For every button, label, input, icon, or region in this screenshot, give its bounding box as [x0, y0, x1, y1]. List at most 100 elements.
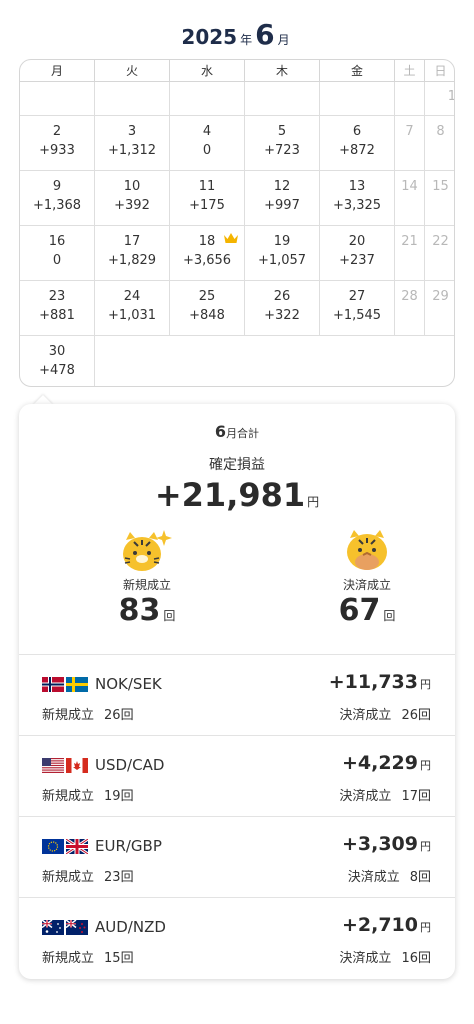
- weekday-header-cell: 月: [20, 60, 95, 82]
- calendar-day-cell[interactable]: 3 +1,312: [95, 116, 170, 171]
- calendar-day-cell[interactable]: 16 0: [20, 226, 95, 281]
- pair-close-unit: 回: [417, 789, 431, 804]
- pair-new-count: 23: [104, 870, 121, 885]
- pair-profit-yen: 円: [420, 921, 431, 934]
- pair-close-count: 16: [401, 951, 418, 966]
- calendar-day-cell[interactable]: 26 +322: [245, 281, 320, 336]
- pair-row-usd-cad[interactable]: USD/CAD +4,229 円 新規成立 19回 決済成立 17回: [19, 735, 455, 816]
- calendar-day-number: 28: [401, 289, 418, 304]
- pair-profit-yen: 円: [420, 840, 431, 853]
- usa-flag-icon: [42, 758, 64, 773]
- calendar-day-cell[interactable]: 6 +872: [320, 116, 395, 171]
- calendar-day-cell[interactable]: 7: [395, 116, 425, 171]
- pair-new-trades: 新規成立 19回: [42, 785, 134, 804]
- calendar-weekday-header: 月火水木金土日: [20, 60, 454, 82]
- pair-close-unit: 回: [417, 708, 431, 723]
- pair-name: USD/CAD: [95, 756, 165, 774]
- pair-close-label: 決済成立: [347, 870, 400, 885]
- pair-name: AUD/NZD: [95, 918, 166, 936]
- pair-profit-amount: +11,733: [328, 671, 418, 693]
- calendar-empty-cell: [20, 82, 95, 116]
- calendar-day-cell[interactable]: 23 +881: [20, 281, 95, 336]
- calendar-day-cell[interactable]: 19 +1,057: [245, 226, 320, 281]
- pair-new-label: 新規成立: [42, 951, 95, 966]
- calendar-day-number: 7: [405, 124, 414, 139]
- closed-trades-stat: 決済成立 67 回: [297, 526, 437, 628]
- calendar-day-cell[interactable]: 18 +3,656: [170, 226, 245, 281]
- pair-profit-yen: 円: [420, 678, 431, 691]
- calendar-day-number: 14: [401, 179, 418, 194]
- pair-row-nok-sek[interactable]: NOK/SEK +11,733 円 新規成立 26回 決済成立 26回: [19, 654, 455, 735]
- pair-profit: +11,733 円: [329, 671, 431, 693]
- calendar-day-cell[interactable]: 5 +723: [245, 116, 320, 171]
- canada-flag-icon: [66, 758, 88, 773]
- calendar-day-cell[interactable]: 20 +237: [320, 226, 395, 281]
- calendar-day-profit: +478: [39, 363, 75, 378]
- calendar-day-profit: +723: [264, 143, 300, 158]
- pair-close-label: 決済成立: [339, 789, 392, 804]
- pair-profit-amount: +2,710: [341, 914, 418, 936]
- weekday-header-cell: 水: [170, 60, 245, 82]
- pair-new-unit: 回: [120, 789, 134, 804]
- calendar-day-cell[interactable]: 28: [395, 281, 425, 336]
- calendar-day-profit: +1,312: [107, 143, 157, 158]
- calendar-day-cell[interactable]: 29: [425, 281, 454, 336]
- calendar-day-number: 20: [348, 234, 366, 249]
- new-trades-label: 新規成立: [122, 578, 171, 592]
- calendar-day-cell[interactable]: 27 +1,545: [320, 281, 395, 336]
- calendar-day-number: 25: [198, 289, 216, 304]
- calendar-day-cell[interactable]: 14: [395, 171, 425, 226]
- calendar-day-number: 23: [48, 289, 66, 304]
- calendar-day-number: 1: [425, 89, 454, 105]
- calendar-day-cell[interactable]: 25 +848: [170, 281, 245, 336]
- calendar-day-profit: +848: [189, 308, 225, 323]
- calendar-day-number: 9: [52, 179, 62, 194]
- calendar-day-number: 30: [48, 344, 66, 359]
- calendar-empty-cell: [245, 82, 320, 116]
- pair-new-count: 26: [104, 708, 121, 723]
- calendar-day-cell[interactable]: 11 +175: [170, 171, 245, 226]
- calendar-day-number: 26: [273, 289, 291, 304]
- calendar-day-cell[interactable]: 13 +3,325: [320, 171, 395, 226]
- pair-new-label: 新規成立: [42, 789, 95, 804]
- pair-closed-trades: 決済成立 26回: [339, 704, 431, 723]
- calendar-day-profit: +1,368: [32, 198, 82, 213]
- calendar-day-cell[interactable]: 21: [395, 226, 425, 281]
- calendar-day-cell[interactable]: 10 +392: [95, 171, 170, 226]
- calendar-day-cell[interactable]: 40: [170, 116, 245, 171]
- pair-close-count: 26: [401, 708, 418, 723]
- pair-flags: [42, 677, 90, 693]
- calendar-day-number: 22: [432, 234, 449, 249]
- pair-row-aud-nzd[interactable]: AUD/NZD +2,710 円 新規成立 15回 決済成立 16回: [19, 897, 455, 978]
- calendar-day-cell[interactable]: 1: [425, 82, 454, 116]
- calendar-day-cell[interactable]: 30 +478: [20, 336, 95, 386]
- calendar-day-number: 27: [348, 289, 366, 304]
- calendar-day-number: 12: [273, 179, 291, 194]
- calendar-day-profit: +933: [39, 143, 75, 158]
- pair-flags: [42, 758, 90, 774]
- calendar-day-number: 13: [348, 179, 366, 194]
- weekday-header-cell: 土: [395, 60, 425, 82]
- title-year-unit: 年: [240, 33, 253, 47]
- calendar-day-number: 21: [401, 234, 418, 249]
- pair-new-label: 新規成立: [42, 708, 95, 723]
- calendar-day-profit: +997: [264, 198, 300, 213]
- calendar-day-cell[interactable]: 8: [425, 116, 454, 171]
- calendar-grid: 月火水木金土日 12+9333+1,312405+7236+872789+1,3…: [19, 59, 455, 387]
- title-year: 2025: [181, 25, 238, 49]
- calendar-day-cell[interactable]: 9 +1,368: [20, 171, 95, 226]
- calendar-day-cell[interactable]: 22: [425, 226, 454, 281]
- pair-close-count: 17: [401, 789, 418, 804]
- calendar-day-cell[interactable]: 12 +997: [245, 171, 320, 226]
- pair-new-count: 15: [104, 951, 121, 966]
- calendar-day-cell[interactable]: 2 +933: [20, 116, 95, 171]
- calendar-day-number: 29: [432, 289, 449, 304]
- month-title: 2025 年 6 月: [0, 18, 474, 51]
- calendar-day-cell[interactable]: 17 +1,829: [95, 226, 170, 281]
- title-month: 6: [255, 18, 275, 51]
- calendar-day-profit: 0: [202, 143, 212, 158]
- calendar-day-cell[interactable]: 24 +1,031: [95, 281, 170, 336]
- pair-profit: +3,309 円: [342, 833, 431, 855]
- calendar-day-cell[interactable]: 15: [425, 171, 454, 226]
- pair-row-eur-gbp[interactable]: EUR/GBP +3,309 円 新規成立 23回 決済成立 8回: [19, 816, 455, 897]
